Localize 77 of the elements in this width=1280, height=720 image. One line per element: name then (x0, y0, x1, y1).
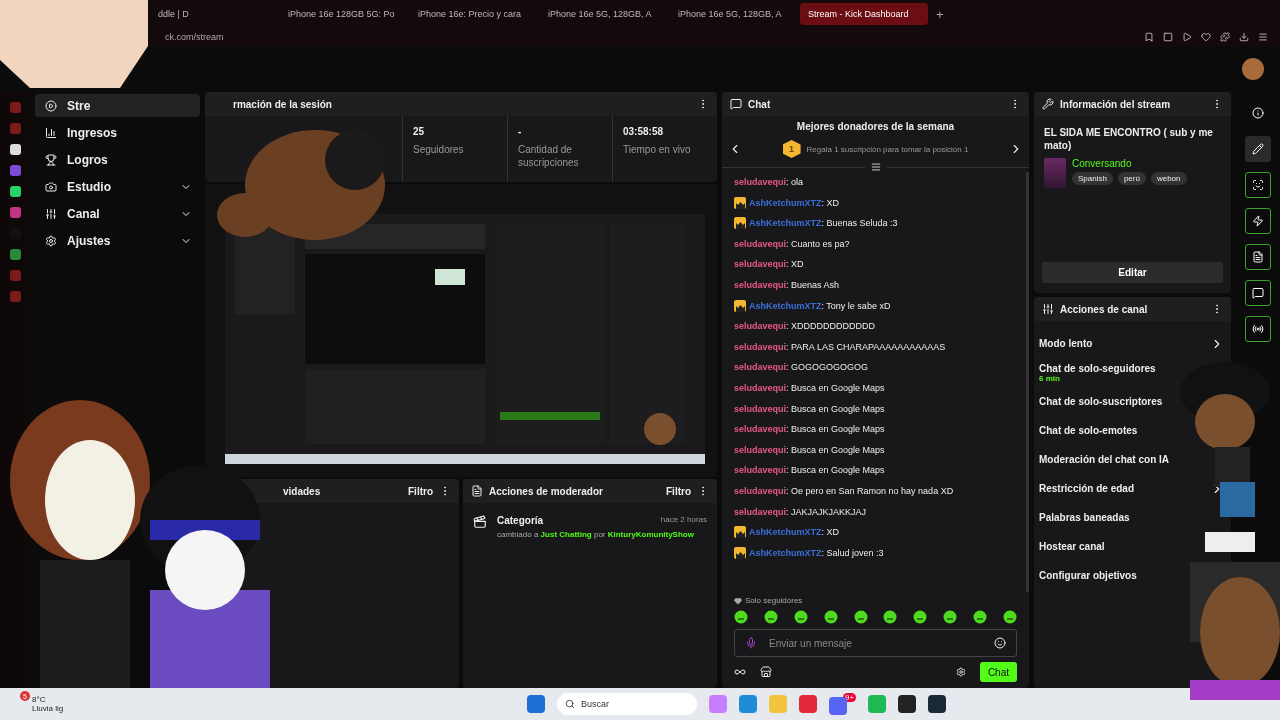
entry-time: hace 2 horas (660, 515, 707, 526)
panel-title: vidades (282, 485, 322, 497)
chat-message: seludavequi: JAKJAJKJAKKJAJ (734, 506, 867, 517)
action-item[interactable]: Restricción de edad (1039, 483, 1135, 494)
panel-title: Acciones de canal (1060, 303, 1149, 315)
browser-tab[interactable]: iPhone 16e 5G, 128GB, A (540, 3, 668, 25)
panel-title: Información del stream (1060, 98, 1172, 110)
panel-title: Chat (748, 98, 772, 110)
rank-badge: 1 (782, 140, 801, 158)
chat-message: seludavequi: ola (734, 177, 804, 187)
browser-tab[interactable]: Stream - Kick Dashboard (800, 3, 928, 25)
message-bar[interactable]: Enviar un mensaje (734, 629, 1017, 657)
nav-item[interactable]: Estudio (35, 175, 200, 198)
chat-message: AshKetchumXTZ: Salud joven :3 (749, 547, 884, 558)
chat-message: seludavequi: Cuanto es pa? (734, 238, 850, 249)
message-field[interactable]: Enviar un mensaje (767, 636, 984, 650)
panel-title: Acciones de moderador (489, 485, 604, 497)
panel-title: rmación de la sesión (232, 98, 333, 110)
chat-message: seludavequi: PARA LAS CHARAPAAAAAAAAAAAS (734, 341, 946, 352)
temperature: 8°C (32, 695, 47, 704)
chat-message: seludavequi: Busca en Google Maps (734, 444, 885, 455)
donors-text: Regala 1 suscripción para tomar la posición 1 (806, 144, 969, 154)
stat-label: Tiempo en vivo (623, 143, 692, 156)
action-detail: 6 min (1039, 373, 1061, 383)
new-tab-button[interactable]: + (930, 6, 950, 22)
chat-message: seludavequi: Busca en Google Maps (734, 465, 885, 476)
category-name[interactable]: Conversando (1072, 158, 1187, 169)
chat-message: seludavequi: XDDDDDDDDDDDD (734, 321, 876, 332)
action-item[interactable]: Chat de solo-emotes (1039, 425, 1138, 436)
action-item[interactable]: Chat de solo-suscriptores (1039, 396, 1163, 407)
chat-message: AshKetchumXTZ: Tony le sabe xD (749, 300, 891, 311)
chat-message: AshKetchumXTZ: XD (749, 527, 840, 538)
stat-value: 25 (413, 126, 426, 137)
nav-item[interactable]: Logros (35, 148, 200, 171)
stat-value: - (518, 126, 523, 137)
action-item[interactable]: Modo lento (1039, 338, 1093, 349)
entry-title: Categoría (497, 515, 544, 526)
action-item[interactable]: Chat de solo-seguidores (1039, 362, 1156, 374)
chat-message: seludavequi: XD (734, 259, 804, 270)
nav-item[interactable]: Ingresos (35, 121, 200, 144)
chat-message: AshKetchumXTZ: XD (749, 197, 840, 208)
chat-message: AshKetchumXTZ: Buenas Seluda :3 (749, 218, 898, 229)
edit-button[interactable]: Editar (1042, 262, 1223, 283)
weather-text: Lluvia lig (32, 704, 64, 713)
action-item[interactable]: Hostear canal (1039, 541, 1105, 552)
filter-button[interactable]: Filtro (666, 485, 691, 497)
taskbar-search[interactable]: Buscar (557, 693, 697, 715)
chat-message: seludavequi: GOGOGOGOGOG (734, 362, 869, 373)
stream-title: EL SIDA ME ENCONTRO ( sub y me mato) (1044, 126, 1214, 152)
tag[interactable]: Spanish (1072, 172, 1113, 185)
stat-label: Cantidad de suscripciones (518, 143, 580, 169)
tag[interactable]: webon (1150, 172, 1187, 185)
nav-item[interactable]: Canal (35, 202, 200, 225)
nav-item[interactable]: Ajustes (35, 229, 200, 252)
donors-title: Mejores donadores de la semana (796, 121, 955, 132)
chat-message: seludavequi: Oe pero en San Ramon no hay nada XD (734, 485, 954, 496)
chat-message: seludavequi: Busca en Google Maps (734, 424, 885, 435)
filter-button[interactable]: Filtro (408, 485, 433, 497)
nav-item[interactable]: Stre (35, 94, 200, 117)
stat-value: 03:58:58 (623, 126, 665, 137)
chat-mode: Solo seguidores (745, 596, 803, 605)
tag[interactable]: perú (1117, 172, 1146, 185)
browser-tab[interactable]: iPhone 16e 5G, 128GB, A (670, 3, 798, 25)
chat-message: seludavequi: Busca en Google Maps (734, 382, 885, 393)
browser-tab[interactable]: iPhone 16e: Precio y cara (410, 3, 538, 25)
chat-message: seludavequi: Busca en Google Maps (734, 403, 885, 414)
browser-tab[interactable]: ddle | D (150, 3, 278, 25)
notification-badge: 9+ (843, 693, 857, 702)
address-field[interactable]: ck.com/stream (165, 32, 224, 42)
chat-message: seludavequi: Buenas Ash (734, 279, 840, 290)
send-button[interactable]: Chat (979, 662, 1017, 682)
action-item[interactable]: Moderación del chat con IA (1039, 454, 1170, 465)
browser-tab[interactable]: iPhone 16e 128GB 5G: Po (280, 3, 408, 25)
action-item[interactable]: Configurar objetivos (1039, 570, 1137, 581)
stat-label: Seguidores (413, 143, 465, 156)
action-item[interactable]: Palabras baneadas (1039, 512, 1130, 523)
entry-detail: cambiado a Just Chatting por KinturyKomunityShow (497, 530, 695, 539)
